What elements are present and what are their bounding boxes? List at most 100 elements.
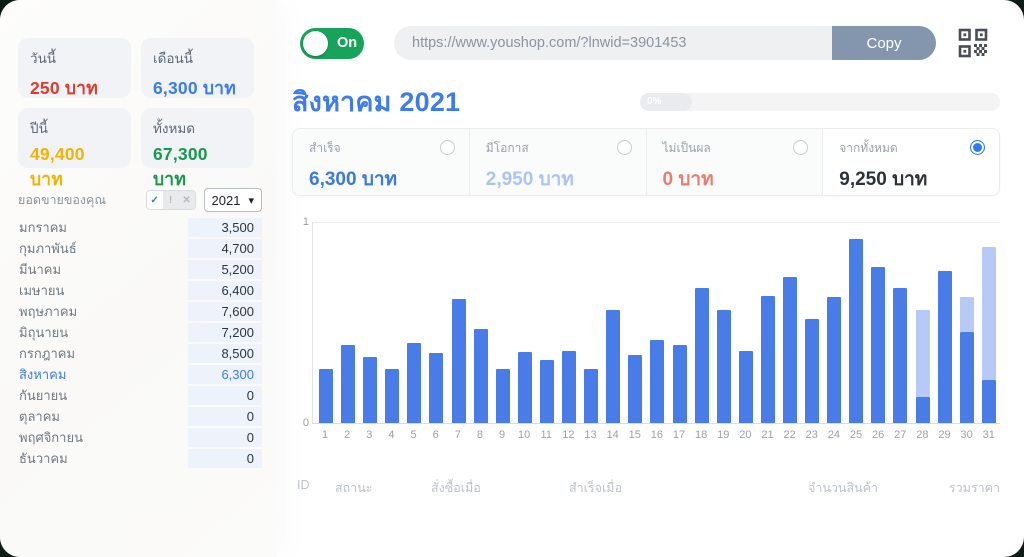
bar-day-2[interactable] (337, 223, 359, 423)
copy-button[interactable]: Copy (832, 26, 936, 60)
bar-success[interactable] (540, 360, 554, 423)
filter-cross-icon[interactable]: ✕ (179, 191, 195, 209)
bar-success[interactable] (562, 351, 576, 423)
bar-success[interactable] (717, 310, 731, 423)
month-row[interactable]: มีนาคม5,200 (18, 259, 262, 280)
bar-day-24[interactable] (823, 223, 845, 423)
bar-day-13[interactable] (580, 223, 602, 423)
orders-column-0[interactable]: ID (297, 478, 335, 498)
filter-check-icon[interactable]: ✓ (147, 191, 163, 209)
shop-toggle[interactable]: On (300, 28, 364, 59)
bar-day-20[interactable] (735, 223, 757, 423)
bar-success[interactable] (805, 319, 819, 423)
bar-success[interactable] (452, 299, 466, 423)
bar-day-1[interactable] (315, 223, 337, 423)
bar-opportunity[interactable] (916, 310, 930, 397)
bar-day-8[interactable] (470, 223, 492, 423)
month-row[interactable]: กันยายน0 (18, 385, 262, 406)
bar-success[interactable] (871, 267, 885, 423)
bar-day-10[interactable] (514, 223, 536, 423)
bar-day-3[interactable] (359, 223, 381, 423)
month-row[interactable]: กุมภาพันธ์4,700 (18, 238, 262, 259)
radio-success[interactable] (440, 140, 455, 155)
bar-success[interactable] (341, 345, 355, 423)
bar-success[interactable] (319, 369, 333, 423)
filter-warn-icon[interactable]: ! (163, 191, 179, 209)
bar-success[interactable] (739, 351, 753, 423)
month-row[interactable]: มิถุนายน7,200 (18, 322, 262, 343)
month-row[interactable]: เมษายน6,400 (18, 280, 262, 301)
bar-success[interactable] (761, 296, 775, 423)
bar-day-19[interactable] (713, 223, 735, 423)
month-row[interactable]: พฤศจิกายน0 (18, 427, 262, 448)
month-row[interactable]: กรกฎาคม8,500 (18, 343, 262, 364)
bar-success[interactable] (695, 288, 709, 423)
orders-column-1[interactable]: สถานะ (335, 478, 431, 498)
bar-success[interactable] (893, 288, 907, 423)
bar-success[interactable] (982, 380, 996, 423)
bar-day-17[interactable] (669, 223, 691, 423)
bar-success[interactable] (960, 332, 974, 423)
bar-day-22[interactable] (779, 223, 801, 423)
bar-day-16[interactable] (646, 223, 668, 423)
bar-success[interactable] (673, 345, 687, 423)
month-row[interactable]: ตุลาคม0 (18, 406, 262, 427)
year-select[interactable]: 2021 ▾ (204, 188, 262, 212)
bar-opportunity[interactable] (982, 247, 996, 380)
bar-success[interactable] (938, 271, 952, 423)
bar-success[interactable] (496, 369, 510, 423)
bar-success[interactable] (849, 239, 863, 423)
bar-success[interactable] (474, 329, 488, 423)
bar-day-31[interactable] (978, 223, 1000, 423)
orders-column-3[interactable]: สำเร็จเมื่อ (569, 478, 808, 498)
bar-success[interactable] (783, 277, 797, 423)
month-row[interactable]: สิงหาคม6,300 (18, 364, 262, 385)
month-row[interactable]: มกราคม3,500 (18, 217, 262, 238)
bar-day-14[interactable] (602, 223, 624, 423)
month-row[interactable]: ธันวาคม0 (18, 448, 262, 469)
summary-seg-opportunity[interactable]: มีโอกาส 2,950 บาท (470, 129, 647, 195)
bar-day-26[interactable] (867, 223, 889, 423)
bar-success[interactable] (628, 355, 642, 423)
bar-day-15[interactable] (624, 223, 646, 423)
bar-day-27[interactable] (889, 223, 911, 423)
radio-total[interactable] (970, 140, 985, 155)
bar-day-12[interactable] (558, 223, 580, 423)
bar-day-5[interactable] (403, 223, 425, 423)
bar-day-29[interactable] (934, 223, 956, 423)
month-row[interactable]: พฤษภาคม7,600 (18, 301, 262, 322)
toggle-knob[interactable] (303, 31, 328, 56)
bar-opportunity[interactable] (960, 297, 974, 332)
orders-column-2[interactable]: สั่งซื้อเมื่อ (431, 478, 569, 498)
bar-day-7[interactable] (448, 223, 470, 423)
qr-code-icon[interactable] (958, 27, 990, 59)
orders-column-4[interactable]: จำนวนสินค้า (808, 478, 928, 498)
bar-day-4[interactable] (381, 223, 403, 423)
x-axis-tick: 6 (425, 429, 447, 441)
bar-day-23[interactable] (801, 223, 823, 423)
bar-success[interactable] (385, 369, 399, 423)
bar-success[interactable] (606, 310, 620, 423)
summary-seg-failed[interactable]: ไม่เป็นผล 0 บาท (647, 129, 824, 195)
summary-seg-success[interactable]: สำเร็จ 6,300 บาท (293, 129, 470, 195)
bar-day-6[interactable] (425, 223, 447, 423)
shop-url-input[interactable] (394, 26, 832, 60)
bar-success[interactable] (827, 297, 841, 423)
bar-success[interactable] (407, 343, 421, 423)
bar-success[interactable] (584, 369, 598, 423)
bar-day-11[interactable] (536, 223, 558, 423)
bar-day-18[interactable] (691, 223, 713, 423)
bar-day-28[interactable] (912, 223, 934, 423)
bar-day-21[interactable] (757, 223, 779, 423)
bar-success[interactable] (363, 357, 377, 423)
bar-day-30[interactable] (956, 223, 978, 423)
bar-day-25[interactable] (845, 223, 867, 423)
bar-day-9[interactable] (492, 223, 514, 423)
radio-opportunity[interactable] (617, 140, 632, 155)
bar-success[interactable] (429, 353, 443, 423)
orders-column-5[interactable]: รวมราคา (928, 478, 1000, 498)
bar-success[interactable] (518, 352, 532, 423)
bar-success[interactable] (650, 340, 664, 423)
bar-success[interactable] (916, 397, 930, 423)
summary-seg-total[interactable]: จากทั้งหมด 9,250 บาท (823, 129, 999, 195)
